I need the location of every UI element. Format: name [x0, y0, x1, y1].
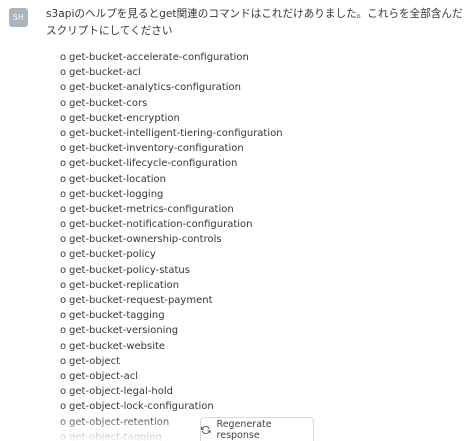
command-list-item: o get-object	[60, 354, 283, 369]
command-list-item: o get-bucket-intelligent-tiering-configur…	[60, 126, 283, 141]
command-list-item: o get-bucket-encryption	[60, 111, 283, 126]
user-avatar: SH	[9, 8, 28, 27]
command-name: get-bucket-analytics-configuration	[69, 82, 241, 94]
command-name: get-bucket-notification-configuration	[69, 219, 253, 231]
command-name: get-bucket-intelligent-tiering-configura…	[69, 127, 283, 139]
list-bullet: o	[60, 370, 67, 382]
command-name: get-bucket-ownership-controls	[69, 234, 222, 246]
list-bullet: o	[60, 386, 67, 398]
command-name: get-bucket-encryption	[69, 112, 180, 124]
command-name: get-bucket-acl	[69, 67, 141, 79]
list-bullet: o	[60, 203, 67, 215]
list-bullet: o	[60, 340, 67, 352]
command-name: get-bucket-logging	[69, 188, 164, 200]
list-bullet: o	[60, 67, 67, 79]
command-list-item: o get-bucket-notification-configuration	[60, 217, 283, 232]
command-name: get-bucket-accelerate-configuration	[69, 52, 249, 63]
command-name: get-object-legal-hold	[69, 386, 174, 398]
list-bullet: o	[60, 279, 67, 291]
list-bullet: o	[60, 234, 67, 246]
command-list: o get-bucket-accelerate-configuration o get…	[60, 50, 283, 441]
list-bullet: o	[60, 97, 67, 109]
list-bullet: o	[60, 143, 67, 155]
command-list-item: o get-bucket-location	[60, 172, 283, 187]
command-list-item: o get-bucket-policy	[60, 247, 283, 262]
list-bullet: o	[60, 188, 67, 200]
regenerate-response-button[interactable]: Regenerate response	[200, 417, 314, 441]
list-bullet: o	[60, 431, 67, 441]
list-bullet: o	[60, 401, 67, 413]
command-name: get-bucket-replication	[69, 279, 180, 291]
list-bullet: o	[60, 295, 67, 306]
command-list-item: o get-bucket-website	[60, 339, 283, 354]
regenerate-response-label: Regenerate response	[216, 418, 272, 441]
command-list-item: o get-bucket-inventory-configuration	[60, 141, 283, 156]
command-list-item: o get-bucket-ownership-controls	[60, 232, 283, 247]
refresh-icon	[201, 425, 211, 434]
list-bullet: o	[60, 355, 67, 367]
command-name: get-object-retention	[69, 416, 170, 428]
user-message-row: SH s3apiのヘルプを見るとget関連のコマンドはこれだけありました。これら…	[0, 0, 474, 441]
command-list-item: o get-bucket-metrics-configuration	[60, 202, 283, 217]
command-list-item: o get-bucket-tagging	[60, 308, 283, 323]
list-bullet: o	[60, 325, 67, 337]
command-list-item: o get-bucket-versioning	[60, 323, 283, 338]
command-list-item: o get-object-acl	[60, 369, 283, 384]
command-name: get-bucket-cors	[69, 97, 148, 109]
command-list-item: o get-bucket-replication	[60, 278, 283, 293]
list-bullet: o	[60, 127, 67, 139]
list-bullet: o	[60, 416, 67, 428]
command-list-item: o get-bucket-acl	[60, 65, 283, 80]
command-name: get-bucket-policy	[69, 249, 156, 261]
command-list-item: o get-object-legal-hold	[60, 384, 283, 399]
command-list-item: o get-bucket-accelerate-configuration	[60, 50, 283, 65]
command-list-item: o get-bucket-policy-status	[60, 263, 283, 278]
command-list-item: o get-bucket-analytics-configuration	[60, 80, 283, 95]
command-list-item: o get-object-lock-configuration	[60, 399, 283, 414]
command-name: get-bucket-request-payment	[69, 295, 213, 306]
command-name: get-bucket-website	[69, 340, 166, 352]
command-name: get-bucket-versioning	[69, 325, 179, 337]
list-bullet: o	[60, 52, 67, 63]
list-bullet: o	[60, 249, 67, 261]
command-list-item: o get-bucket-logging	[60, 187, 283, 202]
command-name: get-bucket-location	[69, 173, 167, 185]
list-bullet: o	[60, 219, 67, 231]
command-list-item: o get-bucket-lifecycle-configuration	[60, 156, 283, 171]
command-list-item: o get-bucket-request-payment	[60, 293, 283, 308]
command-name: get-bucket-policy-status	[69, 264, 190, 276]
user-message-text: s3apiのヘルプを見るとget関連のコマンドはこれだけありました。これらを全部…	[46, 8, 463, 37]
command-list-item: o get-bucket-cors	[60, 96, 283, 111]
list-bullet: o	[60, 310, 67, 322]
list-bullet: o	[60, 82, 67, 94]
list-bullet: o	[60, 173, 67, 185]
command-name: get-object	[69, 355, 121, 367]
list-bullet: o	[60, 112, 67, 124]
list-bullet: o	[60, 264, 67, 276]
list-bullet: o	[60, 158, 67, 170]
command-name: get-bucket-tagging	[69, 310, 165, 322]
command-name: get-object-acl	[69, 370, 139, 382]
command-name: get-object-lock-configuration	[69, 401, 214, 413]
command-name: get-bucket-lifecycle-configuration	[69, 158, 238, 170]
command-name: get-bucket-metrics-configuration	[69, 203, 234, 215]
command-name: get-object-tagging	[69, 431, 162, 441]
command-name: get-bucket-inventory-configuration	[69, 143, 244, 155]
